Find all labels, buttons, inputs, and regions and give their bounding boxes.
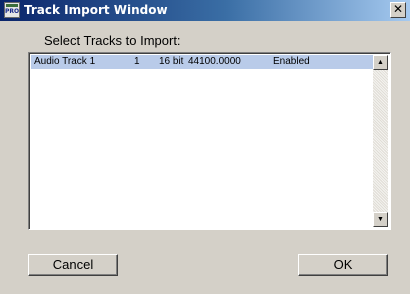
track-status: Enabled: [273, 56, 310, 67]
app-icon-label: PRO: [5, 8, 20, 15]
track-name: Audio Track 1: [34, 56, 96, 67]
cancel-button[interactable]: Cancel: [28, 254, 118, 276]
ok-button[interactable]: OK: [298, 254, 388, 276]
track-list[interactable]: Audio Track 1 1 16 bit 44100.0000 Enable…: [28, 52, 391, 230]
scroll-down-icon[interactable]: ▼: [373, 212, 388, 227]
track-sample-rate: 44100.0000: [188, 56, 241, 67]
track-bit-depth: 16 bit: [159, 56, 184, 67]
select-tracks-label: Select Tracks to Import:: [44, 33, 181, 48]
track-channel: 1: [134, 56, 140, 67]
window-title: Track Import Window: [24, 3, 168, 17]
title-bar[interactable]: PRO Track Import Window ✕: [0, 0, 410, 21]
pro-tools-app-icon: PRO: [4, 2, 20, 18]
track-rows: Audio Track 1 1 16 bit 44100.0000 Enable…: [31, 55, 373, 69]
track-row[interactable]: Audio Track 1 1 16 bit 44100.0000 Enable…: [31, 55, 373, 69]
app-icon-bar: [6, 4, 18, 7]
vertical-scrollbar[interactable]: ▲ ▼: [373, 55, 388, 227]
close-icon[interactable]: ✕: [390, 2, 406, 18]
track-import-window: PRO Track Import Window ✕ Select Tracks …: [0, 0, 410, 294]
scroll-up-icon[interactable]: ▲: [373, 55, 388, 70]
